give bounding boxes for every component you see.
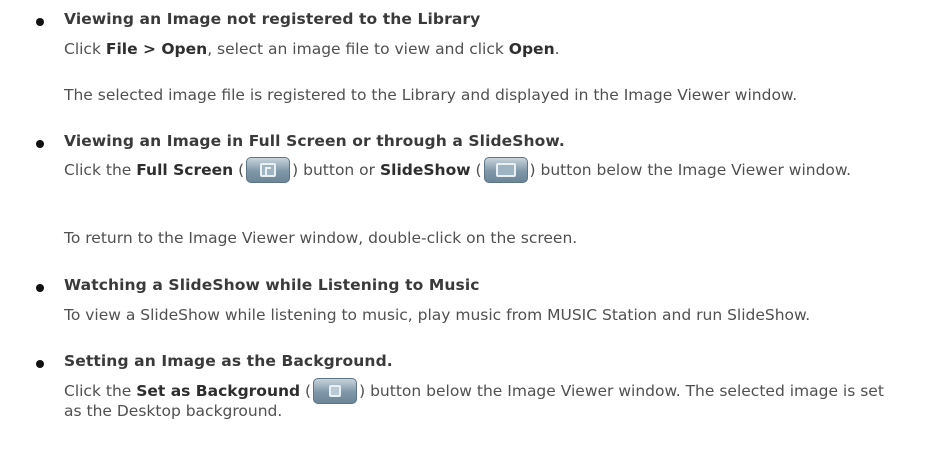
full-screen-label: Full Screen — [136, 161, 234, 179]
slideshow-label: SlideShow — [379, 161, 471, 179]
instruction-text: Click the Full Screen ( ) button or Slide… — [64, 156, 864, 183]
set-as-background-label: Set as Background — [136, 382, 301, 400]
open-label: Open — [508, 40, 555, 58]
section-heading: Watching a SlideShow while Listening to … — [64, 276, 480, 294]
text-fragment: ( — [470, 161, 482, 179]
text-fragment: , select an image file to view and click — [207, 40, 509, 58]
text-fragment: ( — [300, 382, 312, 400]
instruction-text: Click the Set as Background () button be… — [64, 377, 884, 421]
full-screen-icon[interactable] — [246, 156, 291, 183]
slideshow-glyph — [495, 162, 516, 177]
full-screen-glyph — [260, 162, 277, 177]
bullet-icon — [36, 18, 44, 26]
slideshow-icon[interactable] — [483, 156, 528, 183]
set-as-background-icon[interactable] — [313, 377, 358, 404]
text-fragment: ) button or — [292, 161, 380, 179]
bullet-icon — [36, 360, 44, 368]
text-fragment: . — [554, 40, 560, 58]
description-text: The selected image file is registered to… — [64, 86, 798, 104]
instruction-text: Click File > Open, select an image file … — [64, 39, 934, 59]
text-fragment: ) button below the Image Viewer window. — [529, 161, 852, 179]
menu-path: File > Open — [105, 40, 208, 58]
section-heading: Viewing an Image in Full Screen or throu… — [64, 132, 565, 150]
text-fragment: ( — [233, 161, 245, 179]
set-as-background-glyph — [329, 384, 342, 397]
bullet-icon — [36, 140, 44, 148]
section-heading: Setting an Image as the Background. — [64, 352, 393, 370]
text-fragment: Click — [64, 40, 106, 58]
instruction-text: To view a SlideShow while listening to m… — [64, 306, 811, 324]
description-text: To return to the Image Viewer window, do… — [64, 229, 578, 247]
section-heading: Viewing an Image not registered to the L… — [64, 10, 481, 28]
bullet-icon — [36, 284, 44, 292]
text-fragment: Click the — [64, 161, 137, 179]
text-fragment: Click the — [64, 382, 137, 400]
